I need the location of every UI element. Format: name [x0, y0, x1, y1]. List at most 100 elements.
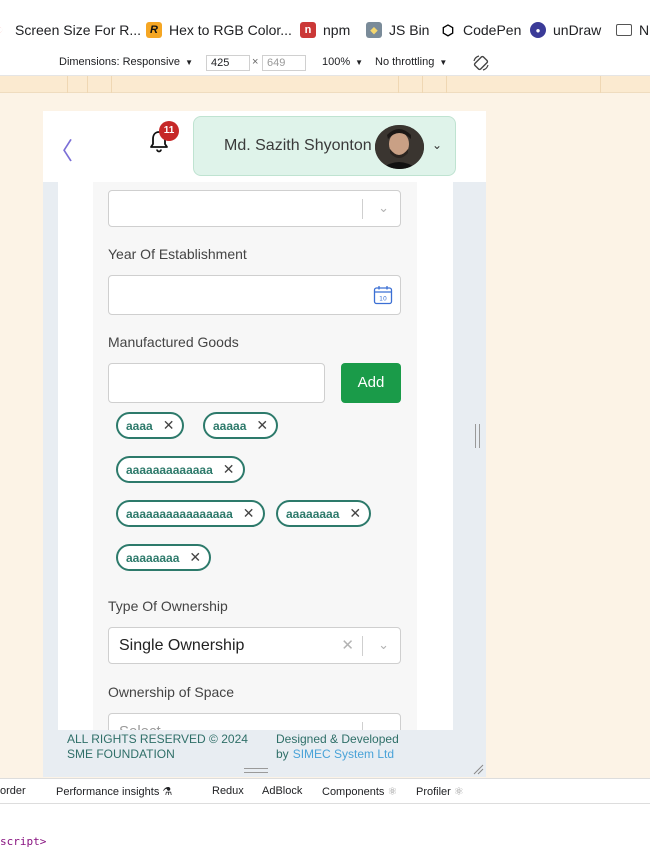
goods-input[interactable]	[108, 363, 325, 403]
notification-badge: 11	[159, 121, 179, 141]
chevron-down-icon: ⌄	[432, 138, 443, 152]
width-input[interactable]: 425	[206, 55, 250, 71]
ruler-mark	[87, 76, 88, 93]
footer-line: ALL RIGHTS RESERVED © 2024	[67, 732, 248, 746]
responsive-icon: ◐	[0, 22, 8, 38]
dimensions-label: Dimensions: Responsive	[59, 56, 181, 68]
close-icon[interactable]: ✕	[349, 505, 361, 522]
devtools-tabs: order Performance insights ⚗ Redux AdBlo…	[0, 778, 650, 804]
app-header: 〈 11 Md. Sazith Shyonton ⌄	[43, 111, 486, 182]
zoom-dropdown[interactable]: 100% ▼	[322, 56, 363, 68]
calendar-icon[interactable]: 10	[373, 285, 393, 305]
r-logo-icon: R	[146, 22, 162, 38]
form-body: ⌄ Year Of Establishment 10 Manufactured …	[93, 182, 417, 772]
rotate-icon[interactable]	[472, 54, 490, 72]
height-input[interactable]: 649	[262, 55, 306, 71]
ownership-value: Single Ownership	[119, 637, 245, 654]
flask-icon: ⚗	[162, 786, 173, 798]
goods-tag: aaaaaaaaaaaaa ✕	[116, 456, 245, 483]
close-icon[interactable]: ✕	[189, 549, 201, 566]
npm-icon: n	[300, 22, 316, 38]
tab-redux[interactable]: Redux	[212, 785, 244, 797]
bookmark-label: Screen Size For R...	[15, 22, 142, 38]
close-icon[interactable]: ✕	[243, 505, 255, 522]
avatar	[375, 125, 424, 169]
tab-adblock[interactable]: AdBlock	[262, 785, 302, 797]
tab-profiler[interactable]: Profiler ⚛	[416, 785, 464, 798]
device-viewport: 〈 11 Md. Sazith Shyonton ⌄ ⌄ Year Of Est…	[43, 111, 486, 777]
ownership-select[interactable]: Single Ownership ✕ ⌄	[108, 627, 401, 664]
footer-copyright: ALL RIGHTS RESERVED © 2024 SME FOUNDATIO…	[67, 732, 248, 762]
goods-tag: aaaaa ✕	[203, 412, 279, 439]
category-select[interactable]: ⌄	[108, 190, 401, 227]
year-input[interactable]: 10	[108, 275, 401, 315]
year-label: Year Of Establishment	[108, 246, 247, 262]
resize-corner-icon[interactable]	[472, 763, 484, 775]
react-icon: ⚛	[387, 786, 398, 798]
tab-components[interactable]: Components ⚛	[322, 785, 397, 798]
close-icon[interactable]: ✕	[256, 417, 268, 434]
undraw-icon: ●	[530, 22, 546, 38]
tab-performance-insights[interactable]: Performance insights ⚗	[56, 785, 172, 798]
bookmark-label: N	[639, 22, 650, 38]
bookmark-label: JS Bin	[389, 22, 430, 38]
resize-grip[interactable]	[244, 768, 268, 773]
side-resize-handle[interactable]	[475, 424, 480, 448]
bookmark-label: CodePen	[463, 22, 522, 38]
folder-icon	[616, 24, 632, 36]
codepen-icon: ⬡	[441, 21, 455, 38]
times-icon: ×	[252, 56, 259, 68]
bookmark-label: npm	[323, 22, 351, 38]
jsbin-icon: ◆	[366, 22, 382, 38]
tag-label: aaaaa	[213, 418, 247, 433]
footer-line: Designed & Developed	[276, 732, 399, 746]
app-footer: ALL RIGHTS RESERVED © 2024 SME FOUNDATIO…	[58, 730, 486, 777]
ruler-mark	[422, 76, 423, 93]
bookmark-label: unDraw	[553, 22, 602, 38]
footer-by: by	[276, 747, 289, 761]
goods-tag: aaaaaaaa ✕	[276, 500, 372, 527]
throttling-label: No throttling	[375, 56, 435, 68]
goods-label: Manufactured Goods	[108, 334, 239, 350]
tag-label: aaaa	[126, 418, 153, 433]
space-label: Ownership of Space	[108, 684, 235, 700]
zoom-label: 100%	[322, 56, 351, 68]
goods-tag: aaaaaaaa ✕	[116, 544, 212, 571]
tag-label: aaaaaaaaaaaaa	[126, 462, 213, 477]
ownership-label: Type Of Ownership	[108, 598, 228, 614]
simec-link[interactable]: SIMEC System Ltd	[293, 747, 394, 761]
chevron-down-icon: ⌄	[378, 200, 389, 215]
add-button[interactable]: Add	[341, 363, 401, 403]
console-panel: script>	[0, 804, 650, 856]
tag-label: aaaaaaaa	[126, 550, 180, 565]
device-toolbar: Dimensions: Responsive ▼ 425 × 649 100% …	[0, 50, 650, 76]
calendar-day: 10	[379, 296, 387, 303]
clear-icon[interactable]: ✕	[341, 636, 354, 654]
tab-label: Profiler	[416, 786, 451, 798]
tab-label: Performance insights	[56, 786, 160, 798]
ruler-mark	[67, 76, 68, 93]
close-icon[interactable]: ✕	[163, 417, 175, 434]
react-icon: ⚛	[453, 786, 464, 798]
footer-line: SME FOUNDATION	[67, 747, 175, 761]
ruler-mark	[446, 76, 447, 93]
select-divider	[362, 636, 363, 656]
chevron-down-icon: ⌄	[378, 637, 389, 652]
goods-tag: aaaa ✕	[116, 412, 185, 439]
back-chevron-icon[interactable]: 〈	[49, 131, 73, 166]
tab-order[interactable]: order	[0, 785, 26, 797]
caret-down-icon: ▼	[185, 57, 193, 67]
caret-down-icon: ▼	[439, 57, 448, 67]
user-menu[interactable]: Md. Sazith Shyonton ⌄	[193, 116, 456, 176]
close-icon[interactable]: ✕	[223, 461, 235, 478]
bookmark-label: Hex to RGB Color...	[169, 22, 292, 38]
goods-tag: aaaaaaaaaaaaaaaa ✕	[116, 500, 265, 527]
console-line: script>	[0, 835, 47, 848]
media-query-ruler	[0, 76, 650, 93]
ruler-mark	[111, 76, 112, 93]
caret-down-icon: ▼	[355, 57, 364, 67]
throttling-dropdown[interactable]: No throttling ▼	[375, 56, 447, 68]
form-card: ⌄ Year Of Establishment 10 Manufactured …	[58, 182, 453, 772]
select-divider	[362, 199, 363, 219]
dimensions-dropdown[interactable]: Dimensions: Responsive ▼	[59, 56, 193, 68]
